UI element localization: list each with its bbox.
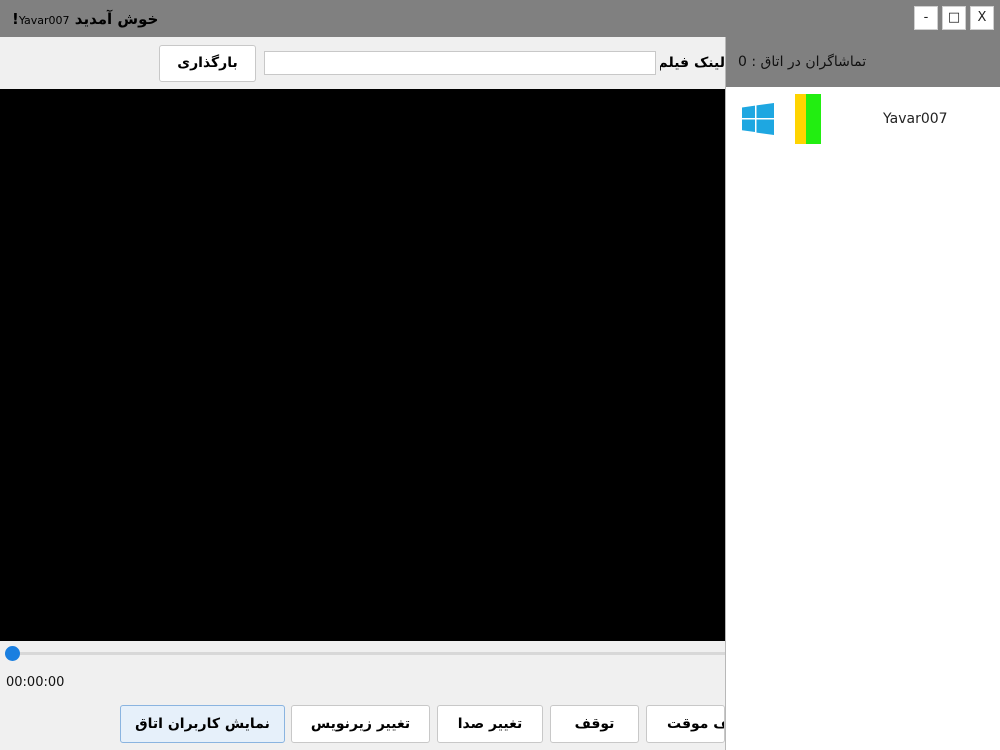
pause-button[interactable]: توقف موقت [646,705,725,743]
movie-url-label: لینک فیلم: [660,55,725,71]
load-button[interactable]: بارگذاری [159,45,256,82]
title-bar: !Yavar007 خوش آمدید - □ X [0,0,1000,37]
stop-button[interactable]: توقف [550,705,639,743]
time-display: 00:00:00 [6,675,65,690]
user-list-item[interactable]: Yavar007 [726,87,1000,151]
video-player[interactable] [0,89,725,641]
viewer-count: تماشاگران در اتاق : 0 [738,54,867,70]
show-room-users-button[interactable]: نمایش کاربران اتاق [120,705,285,743]
change-subtitle-button[interactable]: تغییر زیرنویس [291,705,430,743]
user-flag-icon [795,94,821,144]
minimize-button[interactable]: - [914,6,938,30]
seek-handle[interactable] [5,646,20,661]
close-button[interactable]: X [970,6,994,30]
seek-bar[interactable] [5,652,725,655]
window-title: !Yavar007 خوش آمدید [12,9,158,29]
title-suffix: ! [12,10,19,28]
title-greeting: خوش آمدید [74,10,159,28]
room-users-panel: تماشاگران در اتاق : 0 Yavar007 [725,37,1000,750]
user-name: Yavar007 [883,111,948,127]
change-volume-button[interactable]: تغییر صدا [437,705,543,743]
maximize-button[interactable]: □ [942,6,966,30]
url-toolbar: بارگذاری لینک فیلم: [0,37,725,89]
panel-header: تماشاگران در اتاق : 0 [726,37,1000,87]
movie-url-input[interactable] [264,51,656,75]
windows-icon [742,103,774,135]
title-username: Yavar007 [18,14,70,27]
